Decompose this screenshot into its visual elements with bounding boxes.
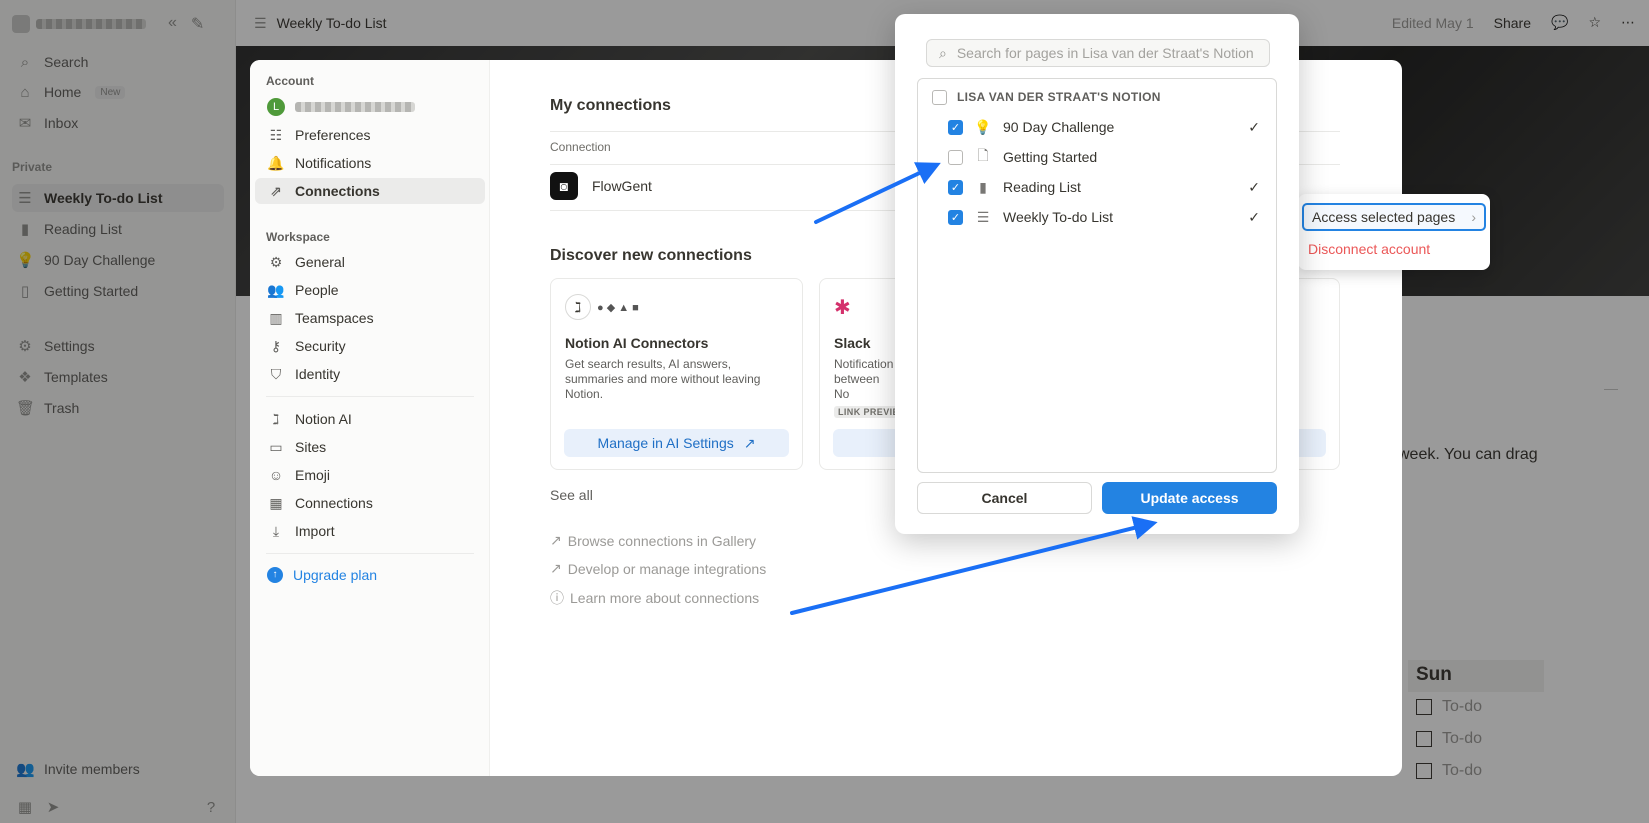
connection-name: FlowGent	[592, 178, 652, 194]
discover-title: Discover new connections	[550, 247, 752, 264]
page-icon: 🗋	[977, 147, 989, 163]
nav-identity[interactable]: ⛉ Identity	[255, 361, 485, 387]
key-icon: ⚷	[270, 337, 282, 354]
help-circle-icon: ⓘ	[550, 590, 564, 606]
list-icon: ☰	[976, 208, 990, 225]
nav-connections-account[interactable]: ⇗ Connections	[255, 178, 485, 204]
page-search-field[interactable]: ⌕	[926, 39, 1270, 67]
account-profile[interactable]: L	[255, 94, 485, 120]
chevron-right-icon: ›	[1471, 209, 1476, 225]
page-list: LISA VAN DER STRAAT'S NOTION ✓ 💡 90 Day …	[917, 78, 1277, 473]
card-title: Notion AI Connectors	[565, 335, 709, 351]
page-checkbox[interactable]: ✓	[948, 209, 963, 225]
slack-logo-icon: ✱	[834, 296, 851, 319]
card-description: Get search results, AI answers, summarie…	[565, 357, 761, 401]
nav-preferences[interactable]: ☷ Preferences	[255, 122, 485, 148]
nav-upgrade-plan[interactable]: ↑ Upgrade plan	[255, 562, 485, 588]
lightbulb-icon: 💡	[974, 118, 992, 135]
page-access-popup: ⌕ LISA VAN DER STRAAT'S NOTION ✓ 💡 90 Da…	[895, 14, 1299, 534]
link-arrow-icon: ⇗	[270, 182, 282, 199]
notion-ai-icon: ℷ	[272, 410, 280, 427]
gear-icon: ⚙	[269, 253, 283, 270]
learn-more-link[interactable]: ⓘ Learn more about connections	[550, 588, 759, 608]
shield-icon: ⛉	[270, 365, 282, 382]
develop-integrations-link[interactable]: ↗ Develop or manage integrations	[550, 560, 766, 577]
cancel-button[interactable]: Cancel	[917, 482, 1092, 514]
checkmark-icon: ✓	[1248, 208, 1260, 225]
nav-emoji[interactable]: ☺ Emoji	[255, 462, 485, 488]
robot-icon: ◙	[550, 172, 578, 200]
integration-logos-icon: ● ◆ ▲ ■	[597, 301, 639, 314]
card-description: Notification between No	[834, 357, 894, 401]
card-notion-ai-connectors[interactable]: ℷ ● ◆ ▲ ■ Notion AI Connectors Get searc…	[550, 278, 803, 470]
smile-icon: ☺	[268, 467, 284, 483]
my-connections-title: My connections	[550, 97, 671, 114]
book-icon: ▮	[979, 178, 987, 195]
nav-divider	[266, 396, 474, 397]
workspace-section-label: Workspace	[266, 230, 330, 244]
page-search-input[interactable]	[956, 45, 1257, 61]
browse-gallery-link[interactable]: ↗ Browse connections in Gallery	[550, 532, 756, 549]
building-icon: ▥	[269, 309, 283, 326]
nav-security[interactable]: ⚷ Security	[255, 333, 485, 359]
download-icon: ⤓	[272, 522, 280, 539]
search-icon: ⌕	[939, 44, 947, 61]
page-row-reading-list[interactable]: ✓ ▮ Reading List ✓	[918, 172, 1276, 202]
connection-menu: Access selected pages › Disconnect accou…	[1298, 194, 1490, 270]
external-arrow-icon: ↗	[743, 434, 756, 451]
arrow-up-right-icon: ↗	[550, 560, 562, 576]
checkmark-icon: ✓	[1248, 178, 1260, 195]
disconnect-account-item[interactable]: Disconnect account	[1308, 241, 1430, 257]
nav-notifications[interactable]: 🔔 Notifications	[255, 150, 485, 176]
upgrade-icon: ↑	[267, 567, 283, 583]
grid-icon: ▦	[269, 494, 283, 511]
bell-icon: 🔔	[267, 154, 285, 171]
nav-teamspaces[interactable]: ▥ Teamspaces	[255, 305, 485, 331]
settings-nav: Account L ☷ Preferences 🔔 Notifications …	[250, 60, 490, 776]
page-row-weekly-todo[interactable]: ✓ ☰ Weekly To-do List ✓	[918, 202, 1276, 232]
sliders-icon: ☷	[269, 126, 283, 143]
workspace-row[interactable]: LISA VAN DER STRAAT'S NOTION	[918, 82, 1276, 112]
connection-column-header: Connection	[550, 140, 611, 154]
blurred-account-name	[295, 102, 415, 112]
access-selected-pages-item[interactable]: Access selected pages ›	[1302, 203, 1486, 231]
nav-people[interactable]: 👥 People	[255, 277, 485, 303]
nav-import[interactable]: ⤓ Import	[255, 518, 485, 544]
page-checkbox[interactable]: ✓	[948, 119, 963, 135]
page-row-90-day-challenge[interactable]: ✓ 💡 90 Day Challenge ✓	[918, 112, 1276, 142]
checkmark-icon: ✓	[1248, 118, 1260, 135]
see-all-link[interactable]: See all	[550, 487, 593, 503]
workspace-checkbox[interactable]	[932, 89, 947, 105]
page-checkbox[interactable]	[948, 149, 963, 165]
nav-notion-ai[interactable]: ℷ Notion AI	[255, 406, 485, 432]
avatar: L	[267, 98, 285, 116]
page-row-getting-started[interactable]: 🗋 Getting Started	[918, 142, 1276, 172]
people-icon: 👥	[267, 281, 285, 298]
workspace-header: LISA VAN DER STRAAT'S NOTION	[957, 90, 1161, 104]
notion-ai-icon: ℷ	[565, 294, 591, 320]
nav-divider	[266, 553, 474, 554]
nav-sites[interactable]: ▭ Sites	[255, 434, 485, 460]
manage-ai-settings-button[interactable]: Manage in AI Settings ↗	[564, 429, 789, 457]
page-checkbox[interactable]: ✓	[948, 179, 963, 195]
nav-connections-workspace[interactable]: ▦ Connections	[255, 490, 485, 516]
nav-general[interactable]: ⚙ General	[255, 249, 485, 275]
arrow-up-right-icon: ↗	[550, 532, 562, 548]
account-section-label: Account	[266, 74, 314, 88]
connection-row-flowgent[interactable]: ◙ FlowGent	[550, 172, 652, 200]
sites-icon: ▭	[269, 438, 283, 455]
update-access-button[interactable]: Update access	[1102, 482, 1277, 514]
link-preview-tag: LINK PREVIE	[834, 406, 903, 418]
